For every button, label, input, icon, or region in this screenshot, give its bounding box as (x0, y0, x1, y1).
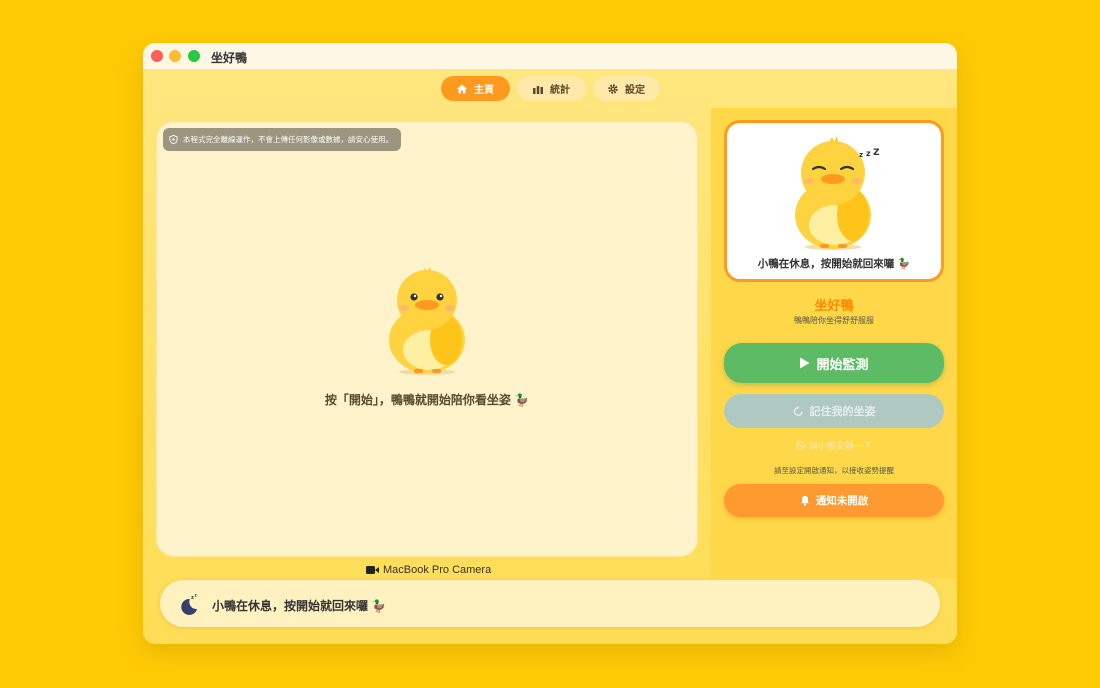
mute-icon (796, 441, 805, 450)
notification-button-label: 通知未開啟 (815, 495, 869, 507)
gear-icon (608, 83, 618, 94)
moon-sleep-icon: z z (181, 593, 198, 615)
bar-chart-icon (533, 85, 543, 94)
start-monitoring-button[interactable]: 開始監測 (724, 343, 944, 383)
control-sidebar: z z Z 小鴨在休息，按開始就回來囉 🦆 坐好鴨 鴨鴨陪你坐得舒舒服服 開始監… (711, 108, 957, 578)
record-posture-button[interactable]: 記住我的坐姿 (724, 394, 944, 428)
zoom-window-button[interactable] (188, 50, 200, 62)
home-icon (457, 84, 467, 93)
refresh-icon (793, 405, 803, 416)
privacy-notice-badge: 本程式完全離線運作，不會上傳任何影像或數據，請安心使用。 (163, 128, 401, 151)
close-window-button[interactable] (151, 50, 163, 62)
video-camera-icon (366, 566, 379, 574)
duck-mascot-icon (389, 267, 465, 375)
tab-label: 統計 (550, 85, 570, 96)
svg-text:z: z (866, 149, 871, 158)
bell-icon (800, 495, 809, 506)
tab-label: 設定 (625, 85, 645, 96)
app-tagline: 鴨鴨陪你坐得舒舒服服 (794, 316, 874, 325)
camera-device-label: MacBook Pro Camera (366, 564, 491, 576)
status-bar: z z 小鴨在休息，按開始就回來囉 🦆 (160, 580, 940, 627)
tab-home[interactable]: 主頁 (440, 76, 510, 101)
tab-settings[interactable]: 設定 (592, 76, 660, 101)
app-window: 坐好鴨 主頁 統計 設定 本程式完全離線運作，不會上傳任何影像或數據，請安心使用… (143, 43, 957, 644)
title-bar: 坐好鴨 (143, 43, 957, 69)
tab-label: 主頁 (474, 85, 494, 96)
camera-preview-panel: 本程式完全離線運作，不會上傳任何影像或數據，請安心使用。 按「開始」，鴨鴨就開始… (156, 121, 698, 557)
tab-stats[interactable]: 統計 (516, 76, 586, 101)
record-posture-label: 記住我的坐姿 (809, 406, 876, 418)
duck-preview-card: z z Z 小鴨在休息，按開始就回來囉 🦆 (724, 120, 944, 282)
shield-icon (169, 135, 178, 144)
notification-disabled-button[interactable]: 通知未開啟 (724, 484, 944, 517)
sleeping-duck-icon: z z Z (795, 136, 880, 250)
svg-text:Z: Z (873, 148, 880, 158)
camera-device-name: MacBook Pro Camera (383, 564, 492, 576)
tab-bar: 主頁 統計 設定 (143, 76, 957, 101)
start-monitoring-label: 開始監測 (816, 356, 869, 372)
start-prompt-text: 按「開始」，鴨鴨就開始陪你看坐姿 🦆 (324, 393, 530, 407)
quiet-duck-hint: 請小鴨安靜一下 (711, 439, 957, 452)
window-title: 坐好鴨 (211, 51, 248, 65)
app-name: 坐好鴨 (814, 298, 854, 313)
quiet-duck-hint-text: 請小鴨安靜一下 (808, 441, 872, 451)
status-text: 小鴨在休息，按開始就回來囉 🦆 (212, 599, 387, 613)
privacy-notice-text: 本程式完全離線運作，不會上傳任何影像或數據，請安心使用。 (183, 135, 393, 144)
svg-text:z: z (195, 593, 198, 598)
svg-text:z: z (859, 151, 863, 159)
preview-caption: 小鴨在休息，按開始就回來囉 🦆 (757, 258, 911, 270)
minimize-window-button[interactable] (169, 50, 181, 62)
play-icon (800, 357, 810, 369)
notification-hint: 請至設定開啟通知，以接收姿勢提醒 (774, 466, 894, 475)
